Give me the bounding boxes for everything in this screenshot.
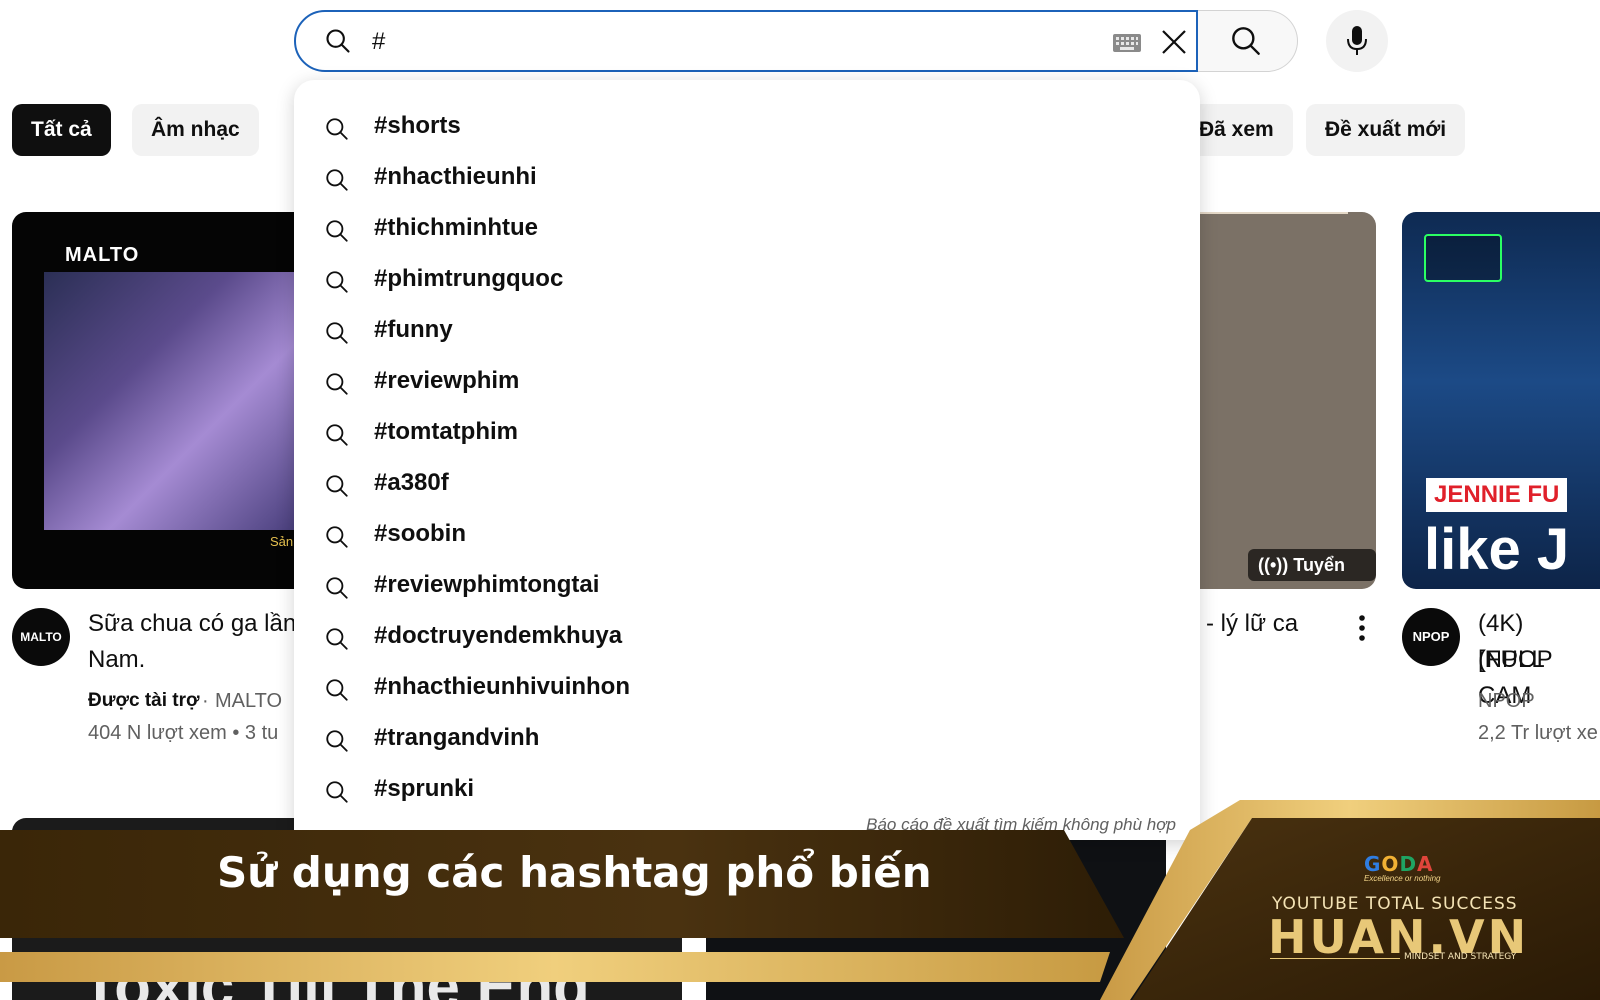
- channel-avatar-npop[interactable]: NPOP: [1402, 608, 1460, 666]
- suggestion-label: #reviewphim: [374, 367, 520, 394]
- channel-avatar-malto[interactable]: MALTO: [12, 608, 70, 666]
- thumbnail-brand: MALTO: [65, 244, 140, 266]
- suggestion-item[interactable]: #trangandvinh: [294, 716, 1200, 766]
- thumbnail-sponsor-tag: Sản: [270, 534, 294, 549]
- video-title-line1[interactable]: Sữa chua có ga lần: [88, 606, 296, 642]
- suggestion-item[interactable]: #funny: [294, 308, 1200, 358]
- search-suggestions-dropdown: #shorts #nhacthieunhi #thichminhtue #phi…: [294, 80, 1200, 840]
- search-icon: [326, 628, 348, 650]
- chip-all[interactable]: Tất cả: [12, 104, 111, 156]
- suggestion-item[interactable]: #phimtrungquoc: [294, 257, 1200, 307]
- suggestion-item[interactable]: #tomtatphim: [294, 410, 1200, 460]
- video-thumbnail-npop[interactable]: JENNIE FU like J: [1402, 212, 1600, 589]
- meta-separator: ·: [202, 690, 209, 712]
- search-icon: [1232, 27, 1260, 55]
- search-icon: [326, 577, 348, 599]
- suggestion-label: #doctruyendemkhuya: [374, 622, 623, 649]
- chip-new-recommendations[interactable]: Đề xuất mới: [1306, 104, 1466, 156]
- sponsored-label: Được tài trợ: [88, 690, 200, 711]
- thumbnail-caption-top: JENNIE FU: [1426, 478, 1568, 512]
- search-icon: [326, 271, 348, 293]
- suggestion-label: #sprunki: [374, 775, 475, 802]
- suggestion-label: #thichminhtue: [374, 214, 539, 241]
- goda-tagline: Excellence or nothing: [1364, 874, 1441, 883]
- goda-letter: G: [1364, 852, 1382, 876]
- suggestion-item[interactable]: #doctruyendemkhuya: [294, 614, 1200, 664]
- suggestion-label: #tomtatphim: [374, 418, 518, 445]
- search-icon: [326, 526, 348, 548]
- video-title-playlist[interactable]: - lý lữ ca: [1206, 606, 1298, 642]
- logo-divider: [1270, 958, 1400, 959]
- goda-logo: GODA: [1364, 852, 1434, 876]
- thumbnail-caption-bottom: like J: [1424, 517, 1570, 582]
- search-icon: [326, 220, 348, 242]
- suggestion-label: #nhacthieunhi: [374, 163, 537, 190]
- mic-icon: [1347, 26, 1367, 55]
- search-box[interactable]: [294, 10, 1198, 72]
- channel-name-npop[interactable]: NPOP: [1478, 690, 1535, 713]
- voice-search-button[interactable]: [1326, 10, 1388, 72]
- broadcast-icon: ((•)): [1258, 555, 1294, 575]
- suggestion-label: #nhacthieunhivuinhon: [374, 673, 630, 700]
- video-thumbnail-malto[interactable]: MALTO Sản: [12, 212, 312, 589]
- chip-music[interactable]: Âm nhạc: [132, 104, 259, 156]
- search-icon: [326, 169, 348, 191]
- suggestion-item[interactable]: #shorts: [294, 104, 1200, 154]
- playlist-badge: ((•)) Tuyển tập: [1248, 549, 1376, 589]
- suggestion-item[interactable]: #reviewphimtongtai: [294, 563, 1200, 613]
- search-icon: [326, 373, 348, 395]
- search-icon: [326, 475, 348, 497]
- more-vert-icon[interactable]: [1352, 612, 1372, 644]
- channel-name[interactable]: MALTO: [215, 690, 282, 713]
- video-stats: 404 N lượt xem • 3 tu: [88, 722, 279, 744]
- suggestion-label: #shorts: [374, 112, 461, 139]
- search-icon: [326, 322, 348, 344]
- suggestion-item[interactable]: #a380f: [294, 461, 1200, 511]
- suggestion-item[interactable]: #soobin: [294, 512, 1200, 562]
- suggestion-label: #reviewphimtongtai: [374, 571, 600, 598]
- playlist-stack-edge: [1198, 212, 1348, 214]
- suggestion-label: #funny: [374, 316, 453, 343]
- suggestion-label: #soobin: [374, 520, 467, 547]
- search-icon: [326, 29, 350, 53]
- suggestion-label: #phimtrungquoc: [374, 265, 564, 292]
- thumbnail-scene: [44, 272, 312, 530]
- suggestion-label: #a380f: [374, 469, 449, 496]
- suggestion-label: #trangandvinh: [374, 724, 540, 751]
- logo-subtitle: MINDSET AND STRATEGY: [1404, 952, 1517, 962]
- banner-title: Sử dụng các hashtag phổ biến: [217, 848, 932, 897]
- suggestion-item[interactable]: #thichminhtue: [294, 206, 1200, 256]
- search-icon: [326, 679, 348, 701]
- goda-letter: D: [1399, 852, 1418, 876]
- video-stats-npop: 2,2 Tr lượt xe: [1478, 722, 1598, 744]
- search-icon: [326, 118, 348, 140]
- search-icon: [326, 424, 348, 446]
- suggestion-item[interactable]: #nhacthieunhi: [294, 155, 1200, 205]
- suggestion-item[interactable]: #reviewphim: [294, 359, 1200, 409]
- limited-edition-badge: [1424, 234, 1502, 282]
- search-icon: [326, 730, 348, 752]
- video-title-line2[interactable]: Nam.: [88, 642, 145, 678]
- suggestion-item[interactable]: #nhacthieunhivuinhon: [294, 665, 1200, 715]
- goda-letter: A: [1417, 852, 1434, 876]
- search-bar: [294, 10, 1200, 72]
- search-submit-button[interactable]: [1198, 10, 1298, 72]
- search-input[interactable]: [372, 22, 1072, 62]
- keyboard-icon[interactable]: [1112, 33, 1142, 53]
- video-thumbnail-playlist[interactable]: ((•)) Tuyển tập: [1198, 212, 1376, 589]
- goda-letter: O: [1381, 852, 1400, 876]
- close-icon[interactable]: [1158, 26, 1190, 58]
